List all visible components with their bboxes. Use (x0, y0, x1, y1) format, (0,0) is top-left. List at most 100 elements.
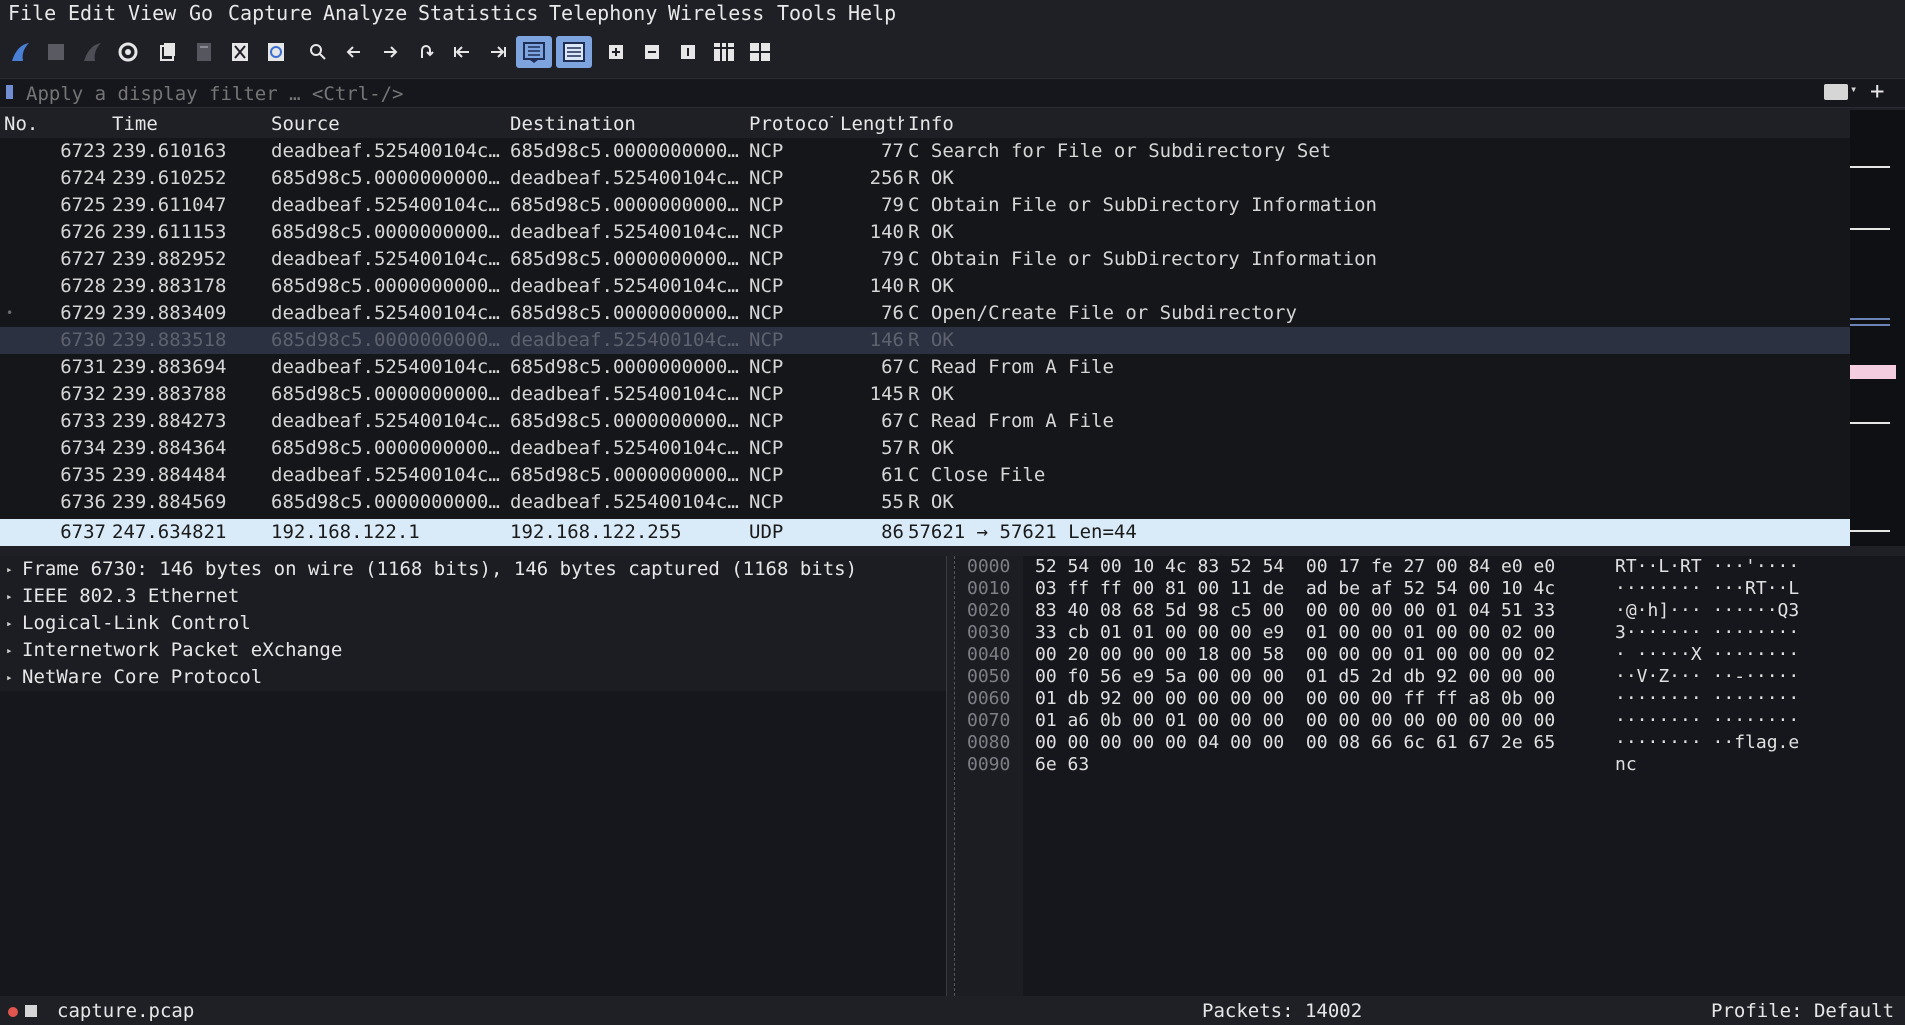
byte-ascii-row[interactable]: 3······· ········ (1615, 622, 1799, 644)
last-packet-icon[interactable] (482, 36, 514, 68)
cell-no: 6735 (60, 464, 106, 486)
byte-ascii-row[interactable]: · ·····X ········ (1615, 644, 1799, 666)
byte-hex-row[interactable]: 00 00 00 00 00 04 00 00 00 08 66 6c 61 6… (1035, 732, 1555, 754)
byte-hex-row[interactable]: 00 20 00 00 00 18 00 58 00 00 00 01 00 0… (1035, 644, 1555, 666)
status-profile[interactable]: Profile: Default (1711, 998, 1894, 1025)
expand-arrow-icon[interactable]: ▸ (6, 610, 13, 637)
packet-row[interactable]: 6732 239.883788 685d98c5.0000000000… dea… (0, 381, 1850, 408)
cell-protocol: NCP (749, 194, 784, 216)
byte-ascii-row[interactable]: ········ ··flag.e (1615, 732, 1799, 754)
open-file-icon[interactable] (152, 36, 184, 68)
packet-row[interactable]: 6723 239.610163 deadbeaf.525400104c… 685… (0, 138, 1850, 165)
packet-row[interactable]: 6728 239.883178 685d98c5.0000000000… dea… (0, 273, 1850, 300)
packet-minimap-scrollbar[interactable] (1850, 110, 1905, 546)
resize-columns-icon[interactable] (708, 36, 740, 68)
menu-view[interactable]: View (128, 0, 176, 26)
menu-tools[interactable]: Tools (777, 0, 837, 26)
byte-hex-row[interactable]: 83 40 08 68 5d 98 c5 00 00 00 00 00 01 0… (1035, 600, 1555, 622)
packet-row[interactable]: 6733 239.884273 deadbeaf.525400104c… 685… (0, 408, 1850, 435)
close-file-icon[interactable] (224, 36, 256, 68)
byte-ascii-row[interactable]: ··V·Z··· ··-····· (1615, 666, 1799, 688)
menu-wireless[interactable]: Wireless (668, 0, 764, 26)
byte-ascii-row[interactable]: nc (1615, 754, 1637, 776)
packet-row[interactable]: 6727 239.882952 deadbeaf.525400104c… 685… (0, 246, 1850, 273)
detail-tree-item-ipx[interactable]: ▸ Internetwork Packet eXchange (0, 637, 946, 664)
packet-row[interactable]: 6731 239.883694 deadbeaf.525400104c… 685… (0, 354, 1850, 381)
detail-tree-item-ncp[interactable]: ▸ NetWare Core Protocol (0, 664, 946, 691)
zoom-out-icon[interactable] (636, 36, 668, 68)
column-header-no[interactable]: No. (4, 110, 38, 138)
cell-protocol: NCP (749, 167, 784, 189)
detail-tree-item-frame[interactable]: ▸ Frame 6730: 146 bytes on wire (1168 bi… (0, 556, 946, 583)
bookmark-icon[interactable] (6, 85, 13, 99)
packet-row[interactable]: • 6729 239.883409 deadbeaf.525400104c… 6… (0, 300, 1850, 327)
byte-hex-row[interactable]: 33 cb 01 01 00 00 00 e9 01 00 00 01 00 0… (1035, 622, 1555, 644)
packet-details-pane[interactable]: ▸ Frame 6730: 146 bytes on wire (1168 bi… (0, 556, 947, 996)
column-header-source[interactable]: Source (271, 110, 340, 138)
menu-help[interactable]: Help (848, 0, 896, 26)
expand-arrow-icon[interactable]: ▸ (6, 637, 13, 664)
packet-bytes-pane[interactable]: 0000 52 54 00 10 4c 83 52 54 00 17 fe 27… (954, 556, 1905, 996)
expand-arrow-icon[interactable]: ▸ (6, 583, 13, 610)
byte-hex-row[interactable]: 00 f0 56 e9 5a 00 00 00 01 d5 2d db 92 0… (1035, 666, 1555, 688)
menu-capture[interactable]: Capture (228, 0, 312, 26)
column-header-time[interactable]: Time (112, 110, 158, 138)
stop-capture-icon[interactable] (40, 36, 72, 68)
cell-no: 6724 (60, 167, 106, 189)
filter-apply-icon[interactable] (1824, 84, 1848, 100)
byte-hex-row[interactable]: 03 ff ff 00 81 00 11 de ad be af 52 54 0… (1035, 578, 1555, 600)
byte-ascii-row[interactable]: RT··L·RT ···'···· (1615, 556, 1799, 578)
first-packet-icon[interactable] (446, 36, 478, 68)
detail-tree-item-llc[interactable]: ▸ Logical-Link Control (0, 610, 946, 637)
display-filter-input[interactable] (24, 79, 1808, 109)
menu-file[interactable]: File (8, 0, 56, 26)
packet-row[interactable]: 6724 239.610252 685d98c5.0000000000… dea… (0, 165, 1850, 192)
byte-ascii-row[interactable]: ········ ········ (1615, 710, 1799, 732)
colorize-list-icon[interactable] (556, 36, 592, 68)
normal-size-icon[interactable] (672, 36, 704, 68)
detail-tree-item-ethernet[interactable]: ▸ IEEE 802.3 Ethernet (0, 583, 946, 610)
go-back-arrow-icon[interactable] (338, 36, 370, 68)
dropdown-arrow-icon[interactable]: ▾ (1850, 82, 1857, 96)
packet-row[interactable]: 6736 239.884569 685d98c5.0000000000… dea… (0, 489, 1850, 516)
layout-icon[interactable] (744, 36, 776, 68)
byte-hex-row[interactable]: 6e 63 (1035, 754, 1089, 776)
reload-file-icon[interactable] (260, 36, 292, 68)
autoscroll-icon[interactable] (516, 36, 552, 68)
edit-comment-icon[interactable] (25, 1005, 37, 1017)
add-filter-button-plus-icon[interactable]: + (1870, 77, 1884, 105)
expand-arrow-icon[interactable]: ▸ (6, 556, 13, 583)
column-header-protocol[interactable]: Protocol (749, 110, 833, 138)
byte-ascii-row[interactable]: ········ ···RT··L (1615, 578, 1799, 600)
packet-row[interactable]: 6726 239.611153 685d98c5.0000000000… dea… (0, 219, 1850, 246)
column-header-destination[interactable]: Destination (510, 110, 636, 138)
go-forward-arrow-icon[interactable] (374, 36, 406, 68)
byte-ascii-row[interactable]: ·@·h]··· ······Q3 (1615, 600, 1799, 622)
column-header-info[interactable]: Info (908, 110, 954, 138)
go-to-packet-icon[interactable] (410, 36, 442, 68)
start-capture-icon[interactable] (4, 36, 36, 68)
byte-hex-row[interactable]: 52 54 00 10 4c 83 52 54 00 17 fe 27 00 8… (1035, 556, 1555, 578)
save-file-icon[interactable] (188, 36, 220, 68)
byte-ascii-row[interactable]: ········ ········ (1615, 688, 1799, 710)
menu-go[interactable]: Go (189, 0, 213, 26)
packet-row-selected[interactable]: 6730 239.883518 685d98c5.0000000000… dea… (0, 327, 1850, 354)
packet-row[interactable]: 6734 239.884364 685d98c5.0000000000… dea… (0, 435, 1850, 462)
zoom-in-icon[interactable] (600, 36, 632, 68)
restart-capture-icon[interactable] (76, 36, 108, 68)
capture-options-gear-icon[interactable] (112, 36, 144, 68)
capture-status-icon[interactable] (8, 1007, 18, 1017)
column-header-length[interactable]: Length (840, 110, 904, 138)
packet-row[interactable]: 6725 239.611047 deadbeaf.525400104c… 685… (0, 192, 1850, 219)
menu-edit[interactable]: Edit (68, 0, 116, 26)
menu-telephony[interactable]: Telephony (549, 0, 657, 26)
packet-row[interactable]: 6735 239.884484 deadbeaf.525400104c… 685… (0, 462, 1850, 489)
find-packet-search-icon[interactable] (302, 36, 334, 68)
packet-list[interactable]: 6723 239.610163 deadbeaf.525400104c… 685… (0, 138, 1850, 546)
menu-statistics[interactable]: Statistics (418, 0, 538, 26)
menu-analyze[interactable]: Analyze (323, 0, 407, 26)
byte-hex-row[interactable]: 01 db 92 00 00 00 00 00 00 00 00 ff ff a… (1035, 688, 1555, 710)
packet-row-highlighted[interactable]: 6737 247.634821 192.168.122.1 192.168.12… (0, 519, 1850, 546)
expand-arrow-icon[interactable]: ▸ (6, 664, 13, 691)
byte-hex-row[interactable]: 01 a6 0b 00 01 00 00 00 00 00 00 00 00 0… (1035, 710, 1555, 732)
